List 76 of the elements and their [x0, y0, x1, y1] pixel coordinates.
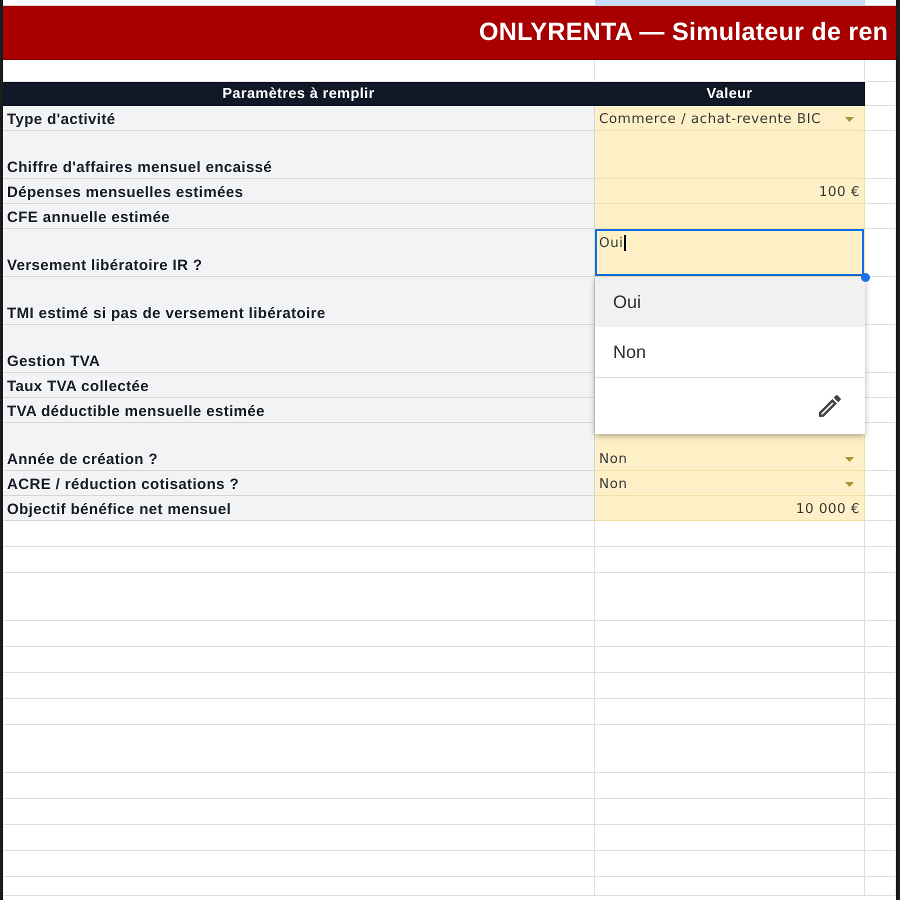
- empty-cell[interactable]: [865, 773, 896, 799]
- empty-cell[interactable]: [865, 673, 896, 699]
- empty-cell[interactable]: [3, 573, 595, 621]
- parameter-label: Chiffre d'affaires mensuel encaissé: [3, 131, 595, 179]
- parameter-label: Objectif bénéfice net mensuel: [3, 496, 595, 521]
- empty-cell[interactable]: [595, 851, 865, 877]
- parameter-label: Dépenses mensuelles estimées: [3, 179, 595, 204]
- empty-cell[interactable]: [3, 521, 595, 547]
- empty-cell[interactable]: [595, 621, 865, 647]
- empty-cell[interactable]: [865, 647, 896, 673]
- empty-cell[interactable]: [595, 699, 865, 725]
- parameter-label: Type d'activité: [3, 106, 595, 131]
- empty-cell[interactable]: [865, 398, 896, 423]
- empty-cell[interactable]: [595, 547, 865, 573]
- empty-cell[interactable]: [3, 773, 595, 799]
- empty-cell[interactable]: [865, 851, 896, 877]
- dropdown-arrow-icon[interactable]: [845, 457, 854, 462]
- empty-cell[interactable]: [3, 547, 595, 573]
- empty-cell[interactable]: [595, 521, 865, 547]
- empty-cell[interactable]: [595, 673, 865, 699]
- parameter-label: Taux TVA collectée: [3, 373, 595, 398]
- empty-cell[interactable]: [595, 877, 865, 896]
- empty-cell[interactable]: [865, 60, 896, 82]
- empty-cell[interactable]: [865, 877, 896, 896]
- parameter-label: CFE annuelle estimée: [3, 204, 595, 229]
- empty-cell[interactable]: [3, 825, 595, 851]
- dropdown-option[interactable]: Oui: [595, 277, 865, 327]
- cell-editor-field[interactable]: Oui: [595, 229, 865, 277]
- empty-cell[interactable]: [3, 851, 595, 877]
- pencil-icon[interactable]: [819, 395, 841, 417]
- empty-cell[interactable]: [595, 825, 865, 851]
- empty-cell[interactable]: [595, 773, 865, 799]
- empty-cell[interactable]: [865, 725, 896, 773]
- empty-cell[interactable]: [865, 573, 896, 621]
- empty-cell[interactable]: [865, 521, 896, 547]
- empty-cell[interactable]: [865, 373, 896, 398]
- dropdown-arrow-icon[interactable]: [845, 482, 854, 487]
- empty-cell[interactable]: [3, 621, 595, 647]
- empty-cell[interactable]: [865, 277, 896, 325]
- column-header: Valeur: [595, 82, 865, 106]
- empty-cell[interactable]: [595, 647, 865, 673]
- empty-cell[interactable]: [865, 699, 896, 725]
- parameter-label: Année de création ?: [3, 423, 595, 471]
- empty-cell[interactable]: [865, 325, 896, 373]
- empty-cell[interactable]: [3, 673, 595, 699]
- empty-cell[interactable]: [3, 799, 595, 825]
- empty-cell[interactable]: [595, 725, 865, 773]
- parameter-label: TMI estimé si pas de versement libératoire: [3, 277, 595, 325]
- empty-cell[interactable]: [3, 877, 595, 896]
- empty-cell[interactable]: [865, 131, 896, 179]
- empty-cell[interactable]: [3, 647, 595, 673]
- text-cursor-icon: [624, 235, 626, 251]
- empty-cell[interactable]: [595, 799, 865, 825]
- input-field[interactable]: [595, 131, 865, 179]
- input-field[interactable]: 100 €: [595, 179, 865, 204]
- empty-cell[interactable]: [595, 573, 865, 621]
- parameter-label: ACRE / réduction cotisations ?: [3, 471, 595, 496]
- dropdown-arrow-icon[interactable]: [845, 117, 854, 122]
- input-field[interactable]: 10 000 €: [595, 496, 865, 521]
- empty-cell[interactable]: [865, 799, 896, 825]
- dropdown-cell[interactable]: Commerce / achat-revente BIC: [595, 106, 865, 131]
- column-header: Paramètres à remplir: [3, 82, 595, 106]
- empty-cell[interactable]: [865, 825, 896, 851]
- parameter-label: Gestion TVA: [3, 325, 595, 373]
- empty-cell[interactable]: [3, 699, 595, 725]
- selection-handle-icon[interactable]: [861, 273, 870, 282]
- sheet-title: ONLYRENTA — Simulateur de ren: [479, 18, 888, 47]
- empty-cell[interactable]: [865, 621, 896, 647]
- parameter-label: TVA déductible mensuelle estimée: [3, 398, 595, 423]
- parameter-label: Versement libératoire IR ?: [3, 229, 595, 277]
- dropdown-cell[interactable]: Non: [595, 471, 865, 496]
- empty-cell[interactable]: [865, 547, 896, 573]
- empty-cell[interactable]: [3, 725, 595, 773]
- empty-cell[interactable]: [865, 423, 896, 471]
- input-field[interactable]: [595, 204, 865, 229]
- dropdown-option[interactable]: Non: [595, 327, 865, 377]
